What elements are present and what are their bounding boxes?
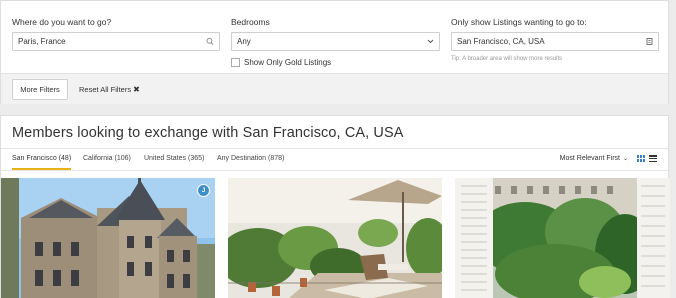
bedrooms-select[interactable]: Any xyxy=(231,32,440,51)
destination-value: Paris, France xyxy=(18,37,66,46)
tab-san-francisco[interactable]: San Francisco (48) xyxy=(12,155,72,170)
reset-filters-link[interactable]: Reset All Filters ✖ xyxy=(79,85,140,94)
member-badge: J xyxy=(197,184,210,197)
wanting-to-go-tip: Tip: A broader area will show more resul… xyxy=(451,56,563,62)
wanting-to-go-label: Only show Listings wanting to go to: xyxy=(451,17,587,27)
tab-label: Any Destination xyxy=(217,155,267,162)
listing-card[interactable] xyxy=(455,178,670,298)
chevron-down-icon xyxy=(427,33,434,56)
listing-photo xyxy=(228,178,442,298)
more-filters-button[interactable]: More Filters xyxy=(12,79,68,100)
list-view-icon[interactable] xyxy=(649,155,657,162)
gold-listings-label: Show Only Gold Listings xyxy=(244,57,332,67)
listing-photo xyxy=(1,178,215,298)
listing-card[interactable]: J xyxy=(1,178,215,298)
tab-count: (365) xyxy=(187,155,205,162)
wanting-to-go-value: San Francisco, CA, USA xyxy=(457,37,545,46)
destination-input[interactable]: Paris, France xyxy=(12,32,220,51)
listing-card[interactable] xyxy=(228,178,442,298)
tab-united-states[interactable]: United States (365) xyxy=(144,155,204,162)
reset-filters-label: Reset All Filters xyxy=(79,85,132,94)
grid-view-icon[interactable] xyxy=(637,155,645,162)
tab-label: California xyxy=(83,155,113,162)
tab-label: United States xyxy=(144,155,187,162)
page-title: Members looking to exchange with San Fra… xyxy=(12,125,404,141)
sort-dropdown[interactable]: Most Relevant First ⌄ xyxy=(560,155,628,162)
document-icon xyxy=(646,33,653,56)
bedrooms-label: Bedrooms xyxy=(231,17,270,27)
tab-california[interactable]: California (106) xyxy=(83,155,131,162)
listing-photo xyxy=(455,178,670,298)
search-icon xyxy=(206,33,214,56)
search-filters-panel: Where do you want to go? Paris, France B… xyxy=(0,0,669,104)
gold-listings-checkbox[interactable]: Show Only Gold Listings xyxy=(231,56,331,68)
tab-count: (878) xyxy=(267,155,285,162)
tab-label: San Francisco xyxy=(12,155,57,162)
close-icon: ✖ xyxy=(133,85,140,94)
destination-label: Where do you want to go? xyxy=(12,17,112,27)
results-panel: Members looking to exchange with San Fra… xyxy=(0,115,670,298)
wanting-to-go-input[interactable]: San Francisco, CA, USA xyxy=(451,32,659,51)
sort-label: Most Relevant First xyxy=(559,155,620,162)
destination-tabs: San Francisco (48) California (106) Unit… xyxy=(1,148,668,171)
tab-count: (48) xyxy=(58,155,72,162)
tab-any-destination[interactable]: Any Destination (878) xyxy=(217,155,284,162)
chevron-down-icon: ⌄ xyxy=(622,156,628,162)
bedrooms-value: Any xyxy=(237,37,251,46)
tab-count: (106) xyxy=(114,155,131,162)
checkbox-box[interactable] xyxy=(231,57,240,67)
